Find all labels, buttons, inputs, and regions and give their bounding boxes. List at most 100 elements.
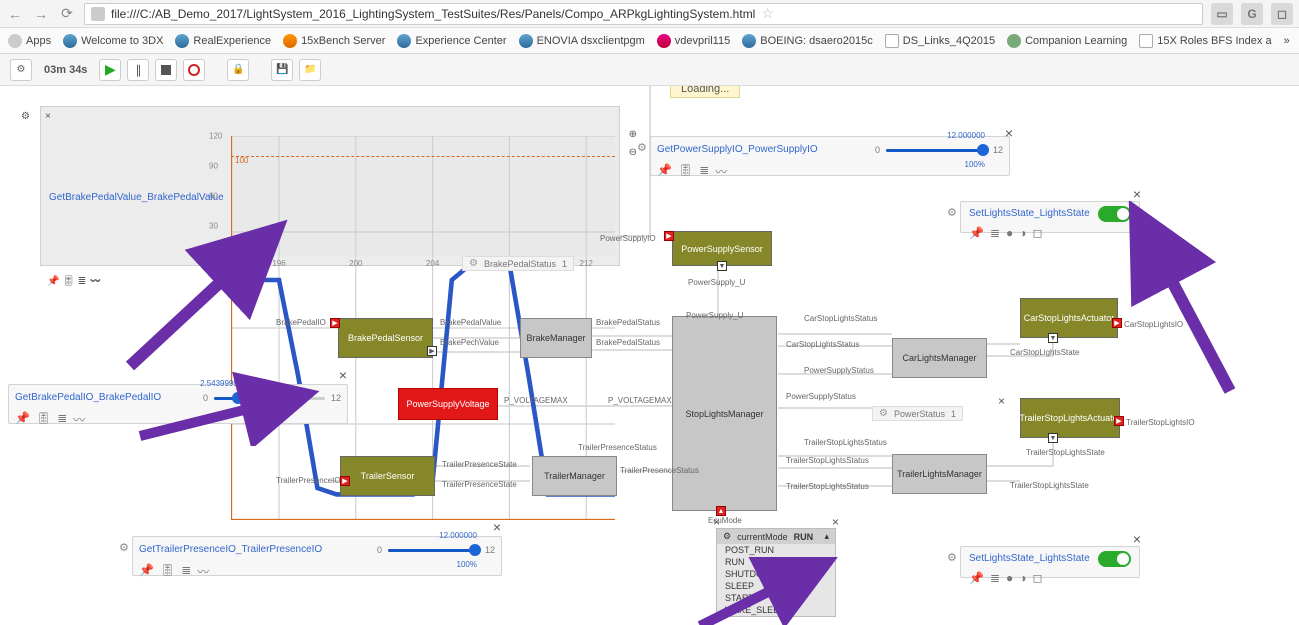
close-icon[interactable]: ×: [45, 111, 615, 122]
bookmark-item[interactable]: Companion Learning: [1007, 34, 1127, 48]
bookmark-item[interactable]: RealExperience: [175, 34, 271, 48]
line-icon[interactable]: 〰: [197, 563, 209, 580]
list-icon[interactable]: ≣: [181, 563, 191, 580]
dropdown-option[interactable]: STARTUP: [717, 592, 835, 604]
dropdown-option[interactable]: RUN: [717, 556, 835, 568]
nav-back-button[interactable]: ←: [6, 5, 24, 23]
block-trailer-sensor[interactable]: TrailerSensor: [340, 456, 435, 496]
current-mode-dropdown[interactable]: × × ⚙ currentMode RUN ▴ POST_RUNRUNSHUTD…: [716, 528, 836, 617]
port-input[interactable]: ▶: [664, 231, 674, 241]
dropdown-option[interactable]: POST_RUN: [717, 544, 835, 556]
ext-square-icon[interactable]: ◻: [1271, 3, 1293, 25]
block-power-supply-voltage[interactable]: PowerSupplyVoltage: [398, 388, 498, 420]
dropdown-option[interactable]: SHUTDOWN: [717, 568, 835, 580]
apps-button[interactable]: Apps: [8, 34, 51, 48]
eye-icon[interactable]: ◑: [1019, 226, 1026, 240]
eye-icon[interactable]: ◑: [1019, 571, 1026, 585]
block-car-stop-lights-actuator[interactable]: CarStopLightsActuator: [1020, 298, 1118, 338]
square-icon[interactable]: ◻: [1033, 226, 1043, 240]
pin-icon[interactable]: 📌: [969, 571, 984, 585]
block-trailer-stop-lights-actuator[interactable]: TrailerStopLightsActuator: [1020, 398, 1120, 438]
close-icon[interactable]: ×: [713, 515, 720, 529]
nav-reload-button[interactable]: ⟳: [58, 5, 76, 23]
port-output[interactable]: ▶: [1114, 416, 1124, 426]
port-output[interactable]: ▼: [1048, 333, 1058, 343]
port-output[interactable]: ▼: [1048, 433, 1058, 443]
dropdown-option[interactable]: WAKE_SLEEP: [717, 604, 835, 616]
brake-pedal-io-slider[interactable]: 2.54399999999995 21.2%: [214, 389, 325, 407]
stop-button[interactable]: [155, 59, 177, 81]
port-input[interactable]: ▶: [340, 476, 350, 486]
pin-icon[interactable]: 📌: [15, 411, 30, 428]
trailer-presence-slider[interactable]: 12.000000 100%: [388, 541, 479, 559]
gear-icon[interactable]: ⚙: [947, 206, 957, 219]
tune-icon[interactable]: 🎚: [678, 163, 693, 180]
nav-forward-button[interactable]: →: [32, 5, 50, 23]
lights-state-toggle[interactable]: [1098, 206, 1131, 222]
bookmark-item[interactable]: vdevpril115: [657, 34, 730, 48]
close-icon[interactable]: ×: [339, 367, 347, 383]
port-input[interactable]: ▶: [330, 318, 340, 328]
pin-icon[interactable]: 📌: [47, 276, 59, 287]
block-brake-pedal-sensor[interactable]: BrakePedalSensor: [338, 318, 433, 358]
record-button[interactable]: [183, 59, 205, 81]
list-icon[interactable]: ≣: [990, 571, 1000, 585]
port-output[interactable]: ▶: [1112, 318, 1122, 328]
list-icon[interactable]: ≣: [699, 163, 709, 180]
line-icon[interactable]: 〰: [73, 411, 85, 428]
block-stop-lights-manager[interactable]: StopLightsManager: [672, 316, 777, 511]
ext-g-icon[interactable]: G: [1241, 3, 1263, 25]
bookmark-item[interactable]: BOEING: dsaero2015c: [742, 34, 873, 48]
line-icon[interactable]: 〰: [89, 276, 102, 287]
zoom-out-icon[interactable]: ⊖: [629, 147, 637, 158]
bookmark-item[interactable]: 15X Roles BFS Index a: [1139, 34, 1271, 48]
gear-icon[interactable]: ⚙: [879, 408, 888, 419]
dot-icon[interactable]: ●: [1006, 226, 1013, 240]
pin-icon[interactable]: 📌: [139, 563, 154, 580]
bookmark-star-icon[interactable]: ☆: [761, 5, 774, 22]
gear-button[interactable]: ⚙: [10, 59, 32, 81]
pause-button[interactable]: ∥: [127, 59, 149, 81]
gear-icon[interactable]: ⚙: [947, 551, 957, 564]
bookmark-item[interactable]: 15xBench Server: [283, 34, 385, 48]
gear-icon[interactable]: ⚙: [723, 531, 731, 542]
close-icon[interactable]: ×: [493, 519, 501, 535]
block-brake-manager[interactable]: BrakeManager: [520, 318, 592, 358]
gear-icon[interactable]: ⚙: [469, 258, 478, 269]
gear-icon[interactable]: ⚙: [21, 111, 30, 122]
bookmark-item[interactable]: DS_Links_4Q2015: [885, 34, 995, 48]
block-car-lights-manager[interactable]: CarLightsManager: [892, 338, 987, 378]
list-icon[interactable]: ≣: [990, 226, 1000, 240]
close-icon[interactable]: ×: [832, 515, 839, 529]
zoom-in-icon[interactable]: ⊕: [629, 129, 637, 140]
port-output[interactable]: ▶: [427, 346, 437, 356]
block-trailer-manager[interactable]: TrailerManager: [532, 456, 617, 496]
close-icon[interactable]: ×: [1005, 125, 1013, 141]
folder-button[interactable]: 📁: [299, 59, 321, 81]
port-output[interactable]: ▼: [717, 261, 727, 271]
chevron-up-icon[interactable]: ▴: [824, 531, 829, 542]
close-icon[interactable]: ×: [998, 394, 1005, 408]
bookmark-item[interactable]: Welcome to 3DX: [63, 34, 163, 48]
bookmark-item[interactable]: ENOVIA dsxclientpgm: [519, 34, 645, 48]
gear-icon[interactable]: ⚙: [119, 541, 129, 554]
bookmark-item[interactable]: Experience Center: [397, 34, 506, 48]
block-trailer-lights-manager[interactable]: TrailerLightsManager: [892, 454, 987, 494]
save-button[interactable]: 💾: [271, 59, 293, 81]
tune-icon[interactable]: 🎚: [36, 411, 51, 428]
list-icon[interactable]: ≣: [57, 411, 67, 428]
list-icon[interactable]: ≣: [78, 276, 86, 287]
close-icon[interactable]: ×: [1133, 531, 1141, 547]
gear-icon[interactable]: ⚙: [637, 141, 647, 154]
lock-button[interactable]: 🔒: [227, 59, 249, 81]
tune-icon[interactable]: 🎚: [160, 563, 175, 580]
play-button[interactable]: ▶: [99, 59, 121, 81]
close-icon[interactable]: ×: [1133, 186, 1141, 202]
dropdown-option[interactable]: SLEEP: [717, 580, 835, 592]
line-icon[interactable]: 〰: [715, 163, 727, 180]
devtools-icon[interactable]: ▭: [1211, 3, 1233, 25]
pin-icon[interactable]: 📌: [969, 226, 984, 240]
diagram-canvas[interactable]: Loading... ⚙ × ⊕ ⊖ GetBrakePedalValue_Br…: [0, 86, 1299, 625]
address-bar[interactable]: file:/// C:/AB_Demo_2017/LightSystem_201…: [84, 3, 1203, 25]
power-supply-slider[interactable]: 12.000000 100%: [886, 141, 987, 159]
